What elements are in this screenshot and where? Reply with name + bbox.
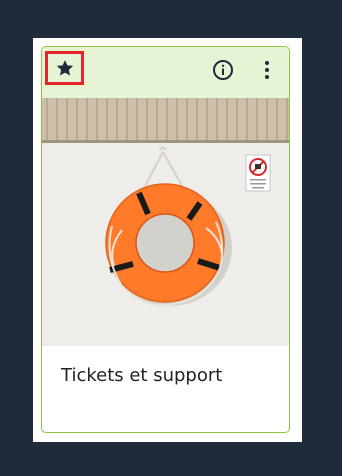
- lifebuoy-illustration: [42, 98, 289, 346]
- warning-sign: [245, 154, 271, 192]
- info-button[interactable]: [212, 59, 234, 81]
- more-vertical-icon: [265, 61, 269, 79]
- card-header: [42, 47, 289, 98]
- card-title[interactable]: Tickets et support: [61, 365, 222, 386]
- card-frame: Tickets et support: [33, 38, 302, 442]
- info-icon: [213, 60, 233, 80]
- more-options-button[interactable]: [262, 60, 272, 80]
- favorite-button[interactable]: [45, 51, 84, 85]
- star-icon: [56, 60, 73, 76]
- card-image: [42, 98, 289, 346]
- app-card[interactable]: Tickets et support: [41, 46, 290, 433]
